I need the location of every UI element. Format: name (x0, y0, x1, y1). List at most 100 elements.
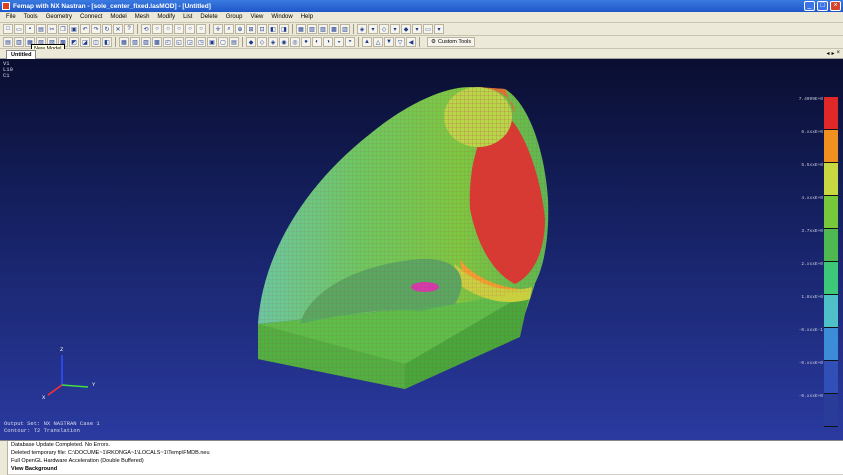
maximize-button[interactable]: □ (817, 1, 828, 11)
entity-icon[interactable]: ◎ (290, 37, 300, 47)
circle-icon[interactable]: ○ (152, 24, 162, 34)
tab-close-icon[interactable]: × (836, 50, 840, 57)
toolbar-separator (115, 37, 116, 47)
delete-icon[interactable]: ✕ (113, 24, 123, 34)
menu-list[interactable]: List (183, 14, 192, 20)
close-button[interactable]: × (830, 1, 841, 11)
regen-icon[interactable]: ↻ (102, 24, 112, 34)
mesh-icon[interactable]: ◳ (196, 37, 206, 47)
model-icon[interactable]: ◪ (80, 37, 90, 47)
minimize-button[interactable]: _ (804, 1, 815, 11)
model-icon[interactable]: ◧ (102, 37, 112, 47)
post-icon[interactable]: ◀ (406, 37, 416, 47)
redo-icon[interactable]: ↷ (91, 24, 101, 34)
circle-icon[interactable]: ○ (196, 24, 206, 34)
dropdown-icon[interactable]: ▾ (412, 24, 422, 34)
save-icon[interactable]: ▪ (25, 24, 35, 34)
menu-model[interactable]: Model (110, 14, 126, 20)
entity-icon[interactable]: ◉ (279, 37, 289, 47)
menu-window[interactable]: Window (271, 14, 292, 20)
menu-view[interactable]: View (250, 14, 263, 20)
post-icon[interactable]: ▽ (395, 37, 405, 47)
entity-icon[interactable]: ● (301, 37, 311, 47)
mesh-icon[interactable]: ▣ (207, 37, 217, 47)
fem-model[interactable] (0, 59, 843, 440)
mesh-icon[interactable]: ◲ (185, 37, 195, 47)
menu-file[interactable]: File (6, 14, 16, 20)
tab-untitled[interactable]: Untitled (6, 50, 37, 59)
menu-group[interactable]: Group (226, 14, 243, 20)
mesh-icon[interactable]: ◰ (163, 37, 173, 47)
menu-modify[interactable]: Modify (157, 14, 175, 20)
mesh-icon[interactable]: ▢ (218, 37, 228, 47)
entity-icon[interactable]: ◈ (268, 37, 278, 47)
post-icon[interactable]: ▲ (362, 37, 372, 47)
messages-pane[interactable]: Database Update Completed. No Errors. De… (0, 440, 843, 475)
post-icon[interactable]: ▼ (384, 37, 394, 47)
dropdown-icon[interactable]: ▾ (434, 24, 444, 34)
help-icon[interactable]: ? (124, 24, 134, 34)
mesh-icon[interactable]: ◱ (174, 37, 184, 47)
model-icon[interactable]: ▥ (14, 37, 24, 47)
legend-label: 3.7xxE+0 (801, 229, 823, 234)
rotate-icon[interactable]: ⟲ (141, 24, 151, 34)
tab-right-icon[interactable]: ▸ (831, 50, 834, 57)
legend-swatch (824, 394, 838, 427)
graphics-viewport[interactable]: V1 L10 C1 Z Y X Output Set: NX NASTRAN C… (0, 59, 843, 440)
mesh-icon[interactable]: ▤ (229, 37, 239, 47)
render-icon[interactable]: ▭ (423, 24, 433, 34)
render-icon[interactable]: ◆ (401, 24, 411, 34)
zoom-box-icon[interactable]: ⊞ (246, 24, 256, 34)
pan-icon[interactable]: ✛ (213, 24, 223, 34)
render-icon[interactable]: ◈ (357, 24, 367, 34)
zoom-icon[interactable]: ⊕ (235, 24, 245, 34)
entity-icon[interactable]: ◓ (345, 37, 355, 47)
dropdown-icon[interactable]: ▾ (390, 24, 400, 34)
entity-icon[interactable]: ◑ (323, 37, 333, 47)
custom-tools-button[interactable]: ⚙ Custom Tools (427, 37, 476, 47)
select-icon[interactable]: ▥ (340, 24, 350, 34)
autoscale-icon[interactable]: ⊡ (257, 24, 267, 34)
menu-tools[interactable]: Tools (24, 14, 38, 20)
copy-icon[interactable]: ❐ (58, 24, 68, 34)
circle-icon[interactable]: ○ (174, 24, 184, 34)
toolbar-separator (209, 24, 210, 34)
open-icon[interactable]: ▭ (14, 24, 24, 34)
mesh-icon[interactable]: ▧ (130, 37, 140, 47)
mesh-icon[interactable]: ▩ (152, 37, 162, 47)
circle-icon[interactable]: ○ (185, 24, 195, 34)
mesh-icon[interactable]: ▦ (119, 37, 129, 47)
model-icon[interactable]: ▤ (3, 37, 13, 47)
menu-geometry[interactable]: Geometry (46, 14, 72, 20)
post-icon[interactable]: △ (373, 37, 383, 47)
select-icon[interactable]: ▩ (329, 24, 339, 34)
view-icon[interactable]: ◨ (279, 24, 289, 34)
cut-icon[interactable]: ✂ (47, 24, 57, 34)
legend-label: -0.xxxE-1 (798, 328, 823, 333)
select-icon[interactable]: ▦ (296, 24, 306, 34)
menu-delete[interactable]: Delete (200, 14, 217, 20)
render-icon[interactable]: ◇ (379, 24, 389, 34)
entity-icon[interactable]: ◆ (246, 37, 256, 47)
entity-icon[interactable]: ◇ (257, 37, 267, 47)
circle-icon[interactable]: ○ (163, 24, 173, 34)
new-model-icon[interactable]: □ (3, 24, 13, 34)
model-icon[interactable]: ◩ (69, 37, 79, 47)
print-icon[interactable]: ▤ (36, 24, 46, 34)
tab-left-icon[interactable]: ◂ (826, 50, 829, 57)
paste-icon[interactable]: ▣ (69, 24, 79, 34)
select-icon[interactable]: ▧ (307, 24, 317, 34)
model-icon[interactable]: ◫ (91, 37, 101, 47)
entity-icon[interactable]: ◐ (312, 37, 322, 47)
menu-mesh[interactable]: Mesh (135, 14, 150, 20)
undo-icon[interactable]: ↶ (80, 24, 90, 34)
magnify-icon[interactable]: ⌕ (224, 24, 234, 34)
menu-help[interactable]: Help (301, 14, 313, 20)
legend-label: -0.xxxE+0 (798, 394, 823, 399)
mesh-icon[interactable]: ▨ (141, 37, 151, 47)
dropdown-icon[interactable]: ▾ (368, 24, 378, 34)
entity-icon[interactable]: ◒ (334, 37, 344, 47)
view-icon[interactable]: ◧ (268, 24, 278, 34)
select-icon[interactable]: ▨ (318, 24, 328, 34)
menu-connect[interactable]: Connect (80, 14, 102, 20)
